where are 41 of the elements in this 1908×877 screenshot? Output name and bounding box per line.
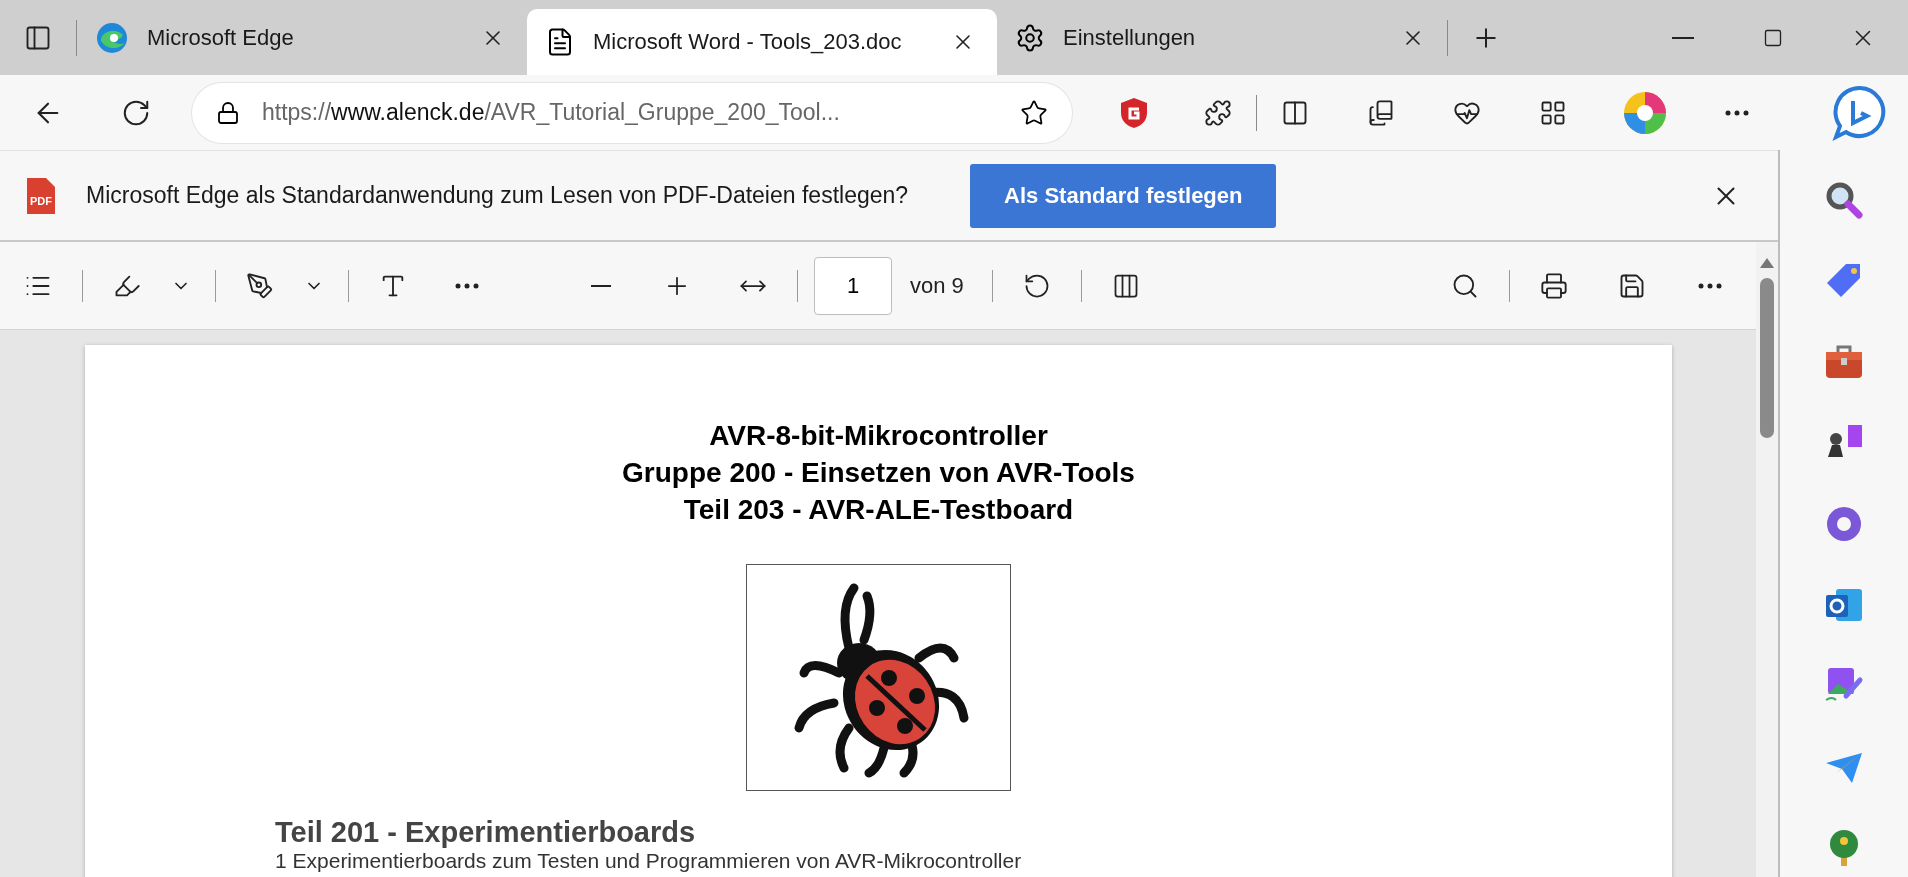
pen-icon [246,271,274,300]
document-title: AVR-8-bit-Mikrocontroller [709,419,1048,453]
tab-title: Microsoft Word - Tools_203.doc [593,29,903,55]
maximize-icon [1763,27,1783,48]
url-text: https://www.alenck.de/AVR_Tutorial_Gruppe_200_Tool... [262,99,841,126]
puzzle-icon [1204,98,1232,127]
star-icon [1020,98,1048,127]
ring-icon [1824,504,1864,544]
scrollbar[interactable] [1756,242,1778,877]
address-field[interactable]: https://www.alenck.de/AVR_Tutorial_Gruppe_200_Tool... [192,82,1072,143]
browser-tab[interactable]: Microsoft Word - Tools_203.doc [527,9,997,75]
more-icon [1698,282,1722,289]
document-title: Gruppe 200 - Einsetzen von AVR-Tools [622,456,1135,490]
browser-logo-icon [95,21,129,55]
document-title: Teil 203 - AVR-ALE-Testboard [683,493,1074,527]
color-wheel-icon [1623,90,1667,135]
tab-title: Einstellungen [1063,25,1197,51]
page-count-text: von 9 [910,272,964,299]
scroll-up-icon [1760,258,1774,268]
infobar-message: Microsoft Edge als Standardanwendung zum Lesen von PDF-Dateien festlegen? [86,182,909,209]
browser-tab[interactable]: Microsoft Edge [77,8,527,68]
browser-tab[interactable]: Einstellungen [997,8,1447,68]
more-icon [1725,109,1749,116]
minimize-icon [1672,36,1694,39]
tab-title: Microsoft Edge [147,25,295,51]
chat-bubble-icon [1832,84,1888,141]
section-heading: Teil 201 - Experimentierboards [275,815,697,849]
body-text: 1 Experimentierboards zum Testen und Programmieren von AVR-Mikrocontroller [275,849,1023,872]
shield-icon [1119,96,1149,129]
more-icon [455,282,479,289]
set-default-button[interactable]: Als Standard festlegen [970,163,1277,228]
chat-assistant-button[interactable] [1832,84,1888,141]
printer-icon [1540,271,1568,300]
minus-icon [591,284,611,287]
collections-icon [1367,98,1395,127]
page-number-field[interactable]: 1 [814,256,892,315]
gear-icon [1015,23,1045,53]
lock-icon [216,100,240,125]
search-icon [1824,180,1864,220]
toolbox-icon [1824,344,1864,380]
scroll-thumb[interactable] [1760,278,1774,438]
